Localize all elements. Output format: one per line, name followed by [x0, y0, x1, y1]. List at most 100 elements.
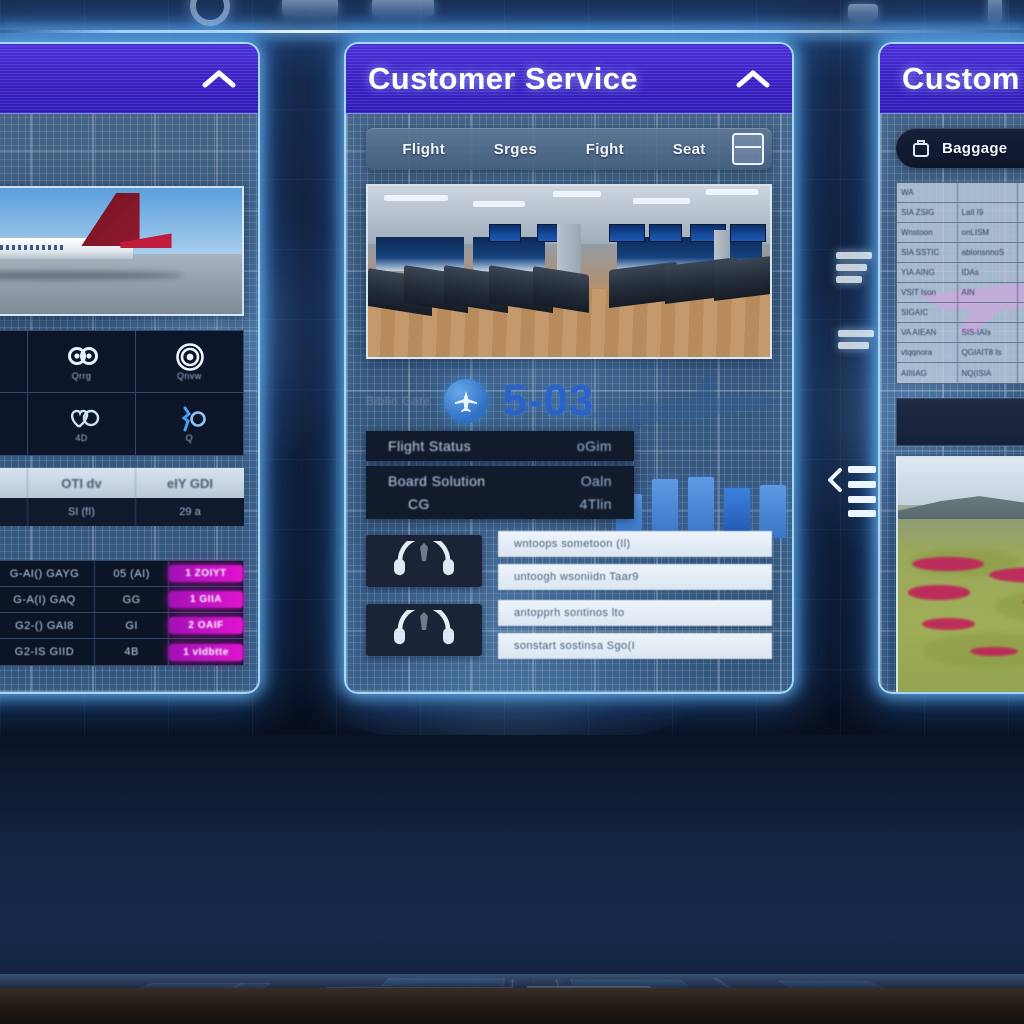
- panel-right-body: Baggage WA SIA ZSIG LaIl I9 Wnstoon onLI…: [880, 114, 1024, 692]
- list-item[interactable]: untoogh wsoniidn Taar9: [498, 564, 772, 590]
- headset-support-icon[interactable]: [366, 603, 482, 656]
- concentric-target-icon: [176, 342, 205, 371]
- table-row[interactable]: 6AIIQ G2-IS GIID 4B 1 vIdbtte: [0, 639, 243, 665]
- icon-cell[interactable]: 2: [0, 331, 29, 393]
- list-lines-icon[interactable]: [836, 252, 872, 283]
- table-row[interactable]: 6AIQ G-A(I) GAQ GG 1 GIIA: [0, 587, 243, 613]
- icon-cell-label: 4D: [75, 433, 88, 443]
- touch-table[interactable]: checkiee: [0, 735, 1024, 1024]
- icon-cell[interactable]: Q: [136, 393, 243, 455]
- panel-right[interactable]: Custom Baggage WA SIA ZSIG LaIl I9 Wnsto…: [878, 42, 1024, 694]
- table-cell: [1018, 263, 1024, 282]
- background-chip-icon-2: [372, 0, 434, 16]
- table-cell: 05 (AI): [95, 561, 169, 586]
- icon-cell[interactable]: tTD: [0, 393, 29, 455]
- stat-value: oGim: [576, 438, 612, 454]
- table-cell: [958, 183, 1018, 202]
- background-chip-icon-4: [988, 0, 1002, 22]
- table-cell: SIS-IAIs: [958, 323, 1018, 342]
- table-cell: VSIT Ison: [897, 283, 958, 302]
- tab-flight[interactable]: Flight: [380, 141, 467, 158]
- panel-center[interactable]: Customer Service Flight Srges Fight Seat: [344, 42, 794, 694]
- list-item[interactable]: wntoops sometoon (Il): [498, 531, 772, 557]
- table-row[interactable]: vtqqnora QGIAIT8 Is: [897, 343, 1024, 363]
- table-row[interactable]: SIA SSTIC abIonsnnoS: [897, 243, 1024, 263]
- table-row[interactable]: VSIT Ison AIN: [897, 283, 1024, 303]
- airport-gate-lounge-photo: [366, 184, 772, 359]
- gate-number: 5-03: [502, 376, 595, 425]
- table-cell: [1018, 323, 1024, 342]
- support-rows: wntoops sometoon (Il) untoogh wsoniidn T…: [498, 531, 772, 590]
- right-data-table[interactable]: WA SIA ZSIG LaIl I9 Wnstoon onLISM SIA S…: [896, 182, 1024, 384]
- status-badge: 2 OAIF: [169, 617, 243, 634]
- support-block-2[interactable]: antopprh sontinos lto sonstart sostinsa …: [366, 600, 772, 659]
- status-badge: 1 vIdbtte: [169, 643, 243, 661]
- icon-cell[interactable]: Qnvw: [135, 331, 243, 393]
- panel-center-body: Flight Srges Fight Seat Biblio Gate 5-03…: [346, 114, 792, 692]
- baggage-icon: [910, 137, 932, 159]
- panel-center-header: Customer Service: [346, 44, 792, 114]
- chevron-up-icon[interactable]: [202, 69, 236, 89]
- mini-bar-chart: [616, 462, 786, 538]
- bar-2: [652, 478, 678, 538]
- person-walking-icon: [176, 405, 207, 432]
- tab-srges[interactable]: Srges: [471, 141, 559, 158]
- table-cell: IDAs: [958, 263, 1018, 282]
- table-cell: LaIl I9: [958, 203, 1018, 222]
- panel-left-body: 2 Qrrg: [0, 114, 258, 692]
- grid-view-icon[interactable]: [732, 133, 764, 165]
- table-row[interactable]: 6AIQ G-AI() GAYG 05 (AI) 1 ZOIYT: [0, 561, 243, 587]
- list-lines-icon[interactable]: [838, 330, 874, 349]
- left-flight-table[interactable]: 6AIQ G-AI() GAYG 05 (AI) 1 ZOIYT 6AIQ G-…: [0, 560, 244, 666]
- stat-value: 4Tlin: [579, 496, 612, 512]
- table-cell: VA AIEAN: [897, 323, 958, 342]
- table-cell: Wnstoon: [897, 223, 958, 242]
- stat-row: CG 4Tlin: [366, 496, 634, 519]
- table-row[interactable]: GAIQ G2-() GAI8 GI 2 OAIF: [0, 613, 243, 639]
- tab-strip[interactable]: Flight Srges Fight Seat: [366, 128, 772, 170]
- baggage-pill[interactable]: Baggage: [896, 128, 1024, 168]
- support-block-1[interactable]: wntoops sometoon (Il) untoogh wsoniidn T…: [366, 531, 772, 590]
- summary-cell: 29 a: [179, 506, 201, 518]
- double-loop-icon: [68, 343, 99, 369]
- table-row[interactable]: YIA AING IDAs: [897, 263, 1024, 283]
- table-row[interactable]: AIIIIAG NQ(ISIA: [897, 363, 1024, 383]
- panel-right-header: Custom: [880, 44, 1024, 114]
- stat-key: CG: [408, 496, 430, 512]
- table-cell: onLISM: [958, 223, 1018, 242]
- status-badge-cell: 1 ZOIYT: [169, 561, 243, 586]
- table-row[interactable]: SIA ZSIG LaIl I9: [897, 203, 1024, 223]
- icon-cell[interactable]: Qrrg: [28, 331, 136, 393]
- table-cell: WA: [897, 183, 958, 202]
- table-cell: 4B: [95, 639, 169, 665]
- tab-fight[interactable]: Fight: [563, 141, 646, 158]
- table-cell: [958, 303, 1018, 322]
- baggage-pill-label[interactable]: Baggage: [942, 140, 1024, 157]
- table-row[interactable]: SIGAIC: [897, 303, 1024, 323]
- airplane-circle-icon: [444, 379, 489, 423]
- table-row[interactable]: WA: [897, 183, 1024, 203]
- table-cell: AIN: [958, 283, 1018, 302]
- table-cell: GI: [95, 613, 169, 638]
- left-icon-grid: 2 Qrrg: [0, 330, 244, 456]
- table-cell: G-AI() GAYG: [0, 561, 96, 586]
- icon-cell[interactable]: 4D: [28, 393, 136, 455]
- icon-cell-label: Qnvw: [177, 370, 202, 381]
- table-cell: [1018, 243, 1024, 262]
- list-item[interactable]: sonstart sostinsa Sgo(I: [498, 633, 772, 659]
- tab-seat[interactable]: Seat: [650, 141, 728, 158]
- table-cell: [1018, 183, 1024, 202]
- panel-left[interactable]: atce: [0, 42, 260, 694]
- list-item[interactable]: antopprh sontinos lto: [498, 600, 772, 626]
- table-cell: [1018, 343, 1024, 362]
- summary-cell: 2: [0, 498, 28, 526]
- table-cell: YIA AING: [897, 263, 958, 282]
- left-summary-light-row: 1q OTI dv eIY GDI: [0, 468, 244, 498]
- table-row[interactable]: Wnstoon onLISM: [897, 223, 1024, 243]
- table-cell: GG: [95, 587, 169, 612]
- chevron-up-icon[interactable]: [736, 69, 770, 89]
- headset-support-icon[interactable]: [366, 534, 482, 587]
- bracket-list-icon[interactable]: [824, 458, 880, 522]
- table-cell: [1018, 363, 1024, 383]
- table-row[interactable]: VA AIEAN SIS-IAIs: [897, 323, 1024, 343]
